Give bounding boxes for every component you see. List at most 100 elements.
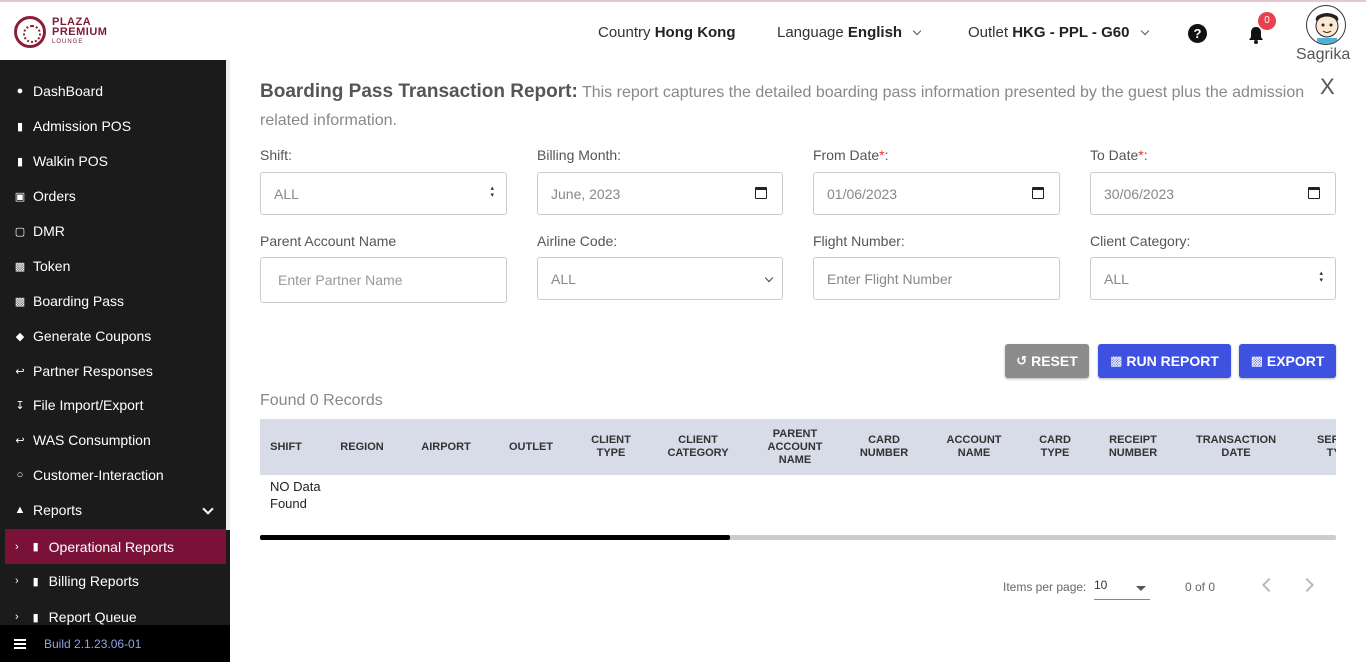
sidebar-item-partner-responses[interactable]: ↩ Partner Responses <box>0 355 226 387</box>
chevron-right-icon: › <box>15 575 19 587</box>
sidebar-item-label: Customer-Interaction <box>33 467 164 483</box>
sidebar-item-label: Token <box>33 258 71 274</box>
shift-value: ALL <box>274 185 299 202</box>
language-selector[interactable]: Language English <box>777 24 922 41</box>
report-title: Boarding Pass Transaction Report: <box>260 81 578 102</box>
from-date-input[interactable]: 01/06/2023 <box>813 172 1060 215</box>
chat-icon: ○ <box>16 469 24 481</box>
from-date-label-text: From Date <box>813 147 880 163</box>
reply-icon: ↩ <box>15 434 25 447</box>
run-report-button[interactable]: ▩ RUN REPORT <box>1098 344 1231 378</box>
sidebar: ● DashBoard ▮ Admission POS ▮ Walkin POS… <box>0 60 230 662</box>
column-header-airport[interactable]: AIRPORT <box>412 419 480 475</box>
column-header-client-type[interactable]: CLIENT TYPE <box>582 419 640 475</box>
outlet-selector[interactable]: Outlet HKG - PPL - G60 <box>968 24 1149 41</box>
document-icon: ▩ <box>14 295 26 308</box>
language-label: Language <box>777 24 844 41</box>
outlet-value: HKG - PPL - G60 <box>1012 24 1130 41</box>
column-header-parent-account-name[interactable]: PARENT ACCOUNT NAME <box>760 419 830 475</box>
reset-label: RESET <box>1031 353 1078 369</box>
from-date-label: From Date*: <box>813 147 888 163</box>
calendar-icon[interactable] <box>1032 187 1044 199</box>
items-per-page-select[interactable]: 10 <box>1094 578 1150 600</box>
id-card-icon: ▮ <box>16 120 24 133</box>
sidebar-item-label: Orders <box>33 188 76 204</box>
chevron-right-icon: › <box>15 540 19 553</box>
to-date-label: To Date*: <box>1090 147 1148 163</box>
table-header-row: SHIFT REGION AIRPORT OUTLET CLIENT TYPE … <box>260 419 1336 475</box>
client-category-select[interactable]: ALL <box>1090 257 1336 300</box>
sidebar-item-customer-interaction[interactable]: ○ Customer-Interaction <box>0 459 226 491</box>
column-header-card-number[interactable]: CARD NUMBER <box>852 419 916 475</box>
column-header-card-type[interactable]: CARD TYPE <box>1030 419 1080 475</box>
no-data-message: NO Data Found <box>270 479 321 511</box>
sidebar-item-generate-coupons[interactable]: ◆ Generate Coupons <box>0 320 226 352</box>
shift-select[interactable]: ALL <box>260 172 507 215</box>
airline-code-label: Airline Code: <box>537 233 618 249</box>
reset-button[interactable]: ↺ RESET <box>1005 344 1089 378</box>
hamburger-menu-icon[interactable] <box>14 637 26 651</box>
calendar-icon[interactable] <box>755 187 767 199</box>
client-category-label: Client Category: <box>1090 233 1191 249</box>
sidebar-subitem-operational-reports[interactable]: › ▮ Operational Reports <box>5 529 226 564</box>
sitemap-icon: ▲ <box>14 504 26 516</box>
column-header-account-name[interactable]: ACCOUNT NAME <box>938 419 1010 475</box>
sidebar-item-dmr[interactable]: ▢ DMR <box>0 215 226 247</box>
notification-badge: 0 <box>1258 12 1276 30</box>
id-card-icon: ▮ <box>16 155 24 168</box>
sidebar-item-token[interactable]: ▩ Token <box>0 250 226 282</box>
sidebar-subitem-billing-reports[interactable]: › ▮ Billing Reports <box>5 565 226 597</box>
sidebar-item-label: DMR <box>33 223 65 239</box>
flight-number-input[interactable]: Enter Flight Number <box>813 257 1060 300</box>
reset-icon: ↺ <box>1016 353 1028 368</box>
previous-page-button[interactable] <box>1261 577 1277 593</box>
column-header-client-category[interactable]: CLIENT CATEGORY <box>658 419 738 475</box>
dropdown-arrow-icon <box>1136 586 1146 591</box>
column-header-region[interactable]: REGION <box>332 419 392 475</box>
next-page-button[interactable] <box>1299 577 1315 593</box>
document-icon: ▩ <box>1250 353 1263 368</box>
dashboard-icon: ● <box>16 85 24 97</box>
country-selector[interactable]: Country Hong Kong <box>598 24 736 41</box>
table-horizontal-scrollbar[interactable] <box>260 535 1336 540</box>
cart-icon: ▣ <box>14 190 26 203</box>
sidebar-item-label: WAS Consumption <box>33 432 151 448</box>
to-date-label-text: To Date <box>1090 147 1139 163</box>
sidebar-item-was-consumption[interactable]: ↩ WAS Consumption <box>0 424 226 456</box>
to-date-input[interactable]: 30/06/2023 <box>1090 172 1336 215</box>
outlet-label: Outlet <box>968 24 1009 41</box>
airline-code-select[interactable]: ALL <box>537 257 783 300</box>
billing-month-input[interactable]: June, 2023 <box>537 172 783 215</box>
close-button[interactable]: X <box>1320 74 1335 100</box>
column-header-transaction-date[interactable]: TRANSACTION DATE <box>1186 419 1286 475</box>
column-header-outlet[interactable]: OUTLET <box>498 419 564 475</box>
sidebar-item-boarding-pass[interactable]: ▩ Boarding Pass <box>0 285 226 317</box>
sidebar-item-walkin-pos[interactable]: ▮ Walkin POS <box>0 145 226 177</box>
document-icon: ▩ <box>1110 353 1123 368</box>
scrollbar-thumb[interactable] <box>260 535 730 540</box>
sidebar-item-reports[interactable]: ▲ Reports <box>0 494 226 526</box>
help-icon[interactable]: ? <box>1188 24 1207 43</box>
build-version: Build 2.1.23.06-01 <box>44 636 142 651</box>
column-header-shift[interactable]: SHIFT <box>260 419 312 475</box>
avatar[interactable] <box>1306 5 1346 45</box>
column-header-receipt-number[interactable]: RECEIPT NUMBER <box>1098 419 1168 475</box>
sidebar-item-file-import-export[interactable]: ↧ File Import/Export <box>0 389 226 421</box>
results-table: SHIFT REGION AIRPORT OUTLET CLIENT TYPE … <box>260 419 1336 539</box>
tag-icon: ◆ <box>15 330 25 343</box>
billing-month-value: June, 2023 <box>551 185 621 202</box>
sidebar-item-orders[interactable]: ▣ Orders <box>0 180 226 212</box>
chevron-down-icon <box>913 26 922 36</box>
flight-number-placeholder: Enter Flight Number <box>827 270 953 287</box>
sidebar-item-dashboard[interactable]: ● DashBoard <box>0 75 226 107</box>
sidebar-item-label: Operational Reports <box>48 538 174 555</box>
parent-account-input[interactable]: Enter Partner Name <box>260 257 507 303</box>
export-button[interactable]: ▩ EXPORT <box>1239 344 1336 378</box>
sidebar-item-label: Walkin POS <box>33 153 108 169</box>
country-value: Hong Kong <box>654 24 736 41</box>
brand-logo[interactable]: PLAZA PREMIUM LOUNGE <box>14 16 107 48</box>
calendar-icon[interactable] <box>1308 187 1320 199</box>
column-header-service-type[interactable]: SERVICE TYPE <box>1306 419 1336 475</box>
airline-code-value: ALL <box>551 270 576 287</box>
sidebar-item-admission-pos[interactable]: ▮ Admission POS <box>0 110 226 142</box>
